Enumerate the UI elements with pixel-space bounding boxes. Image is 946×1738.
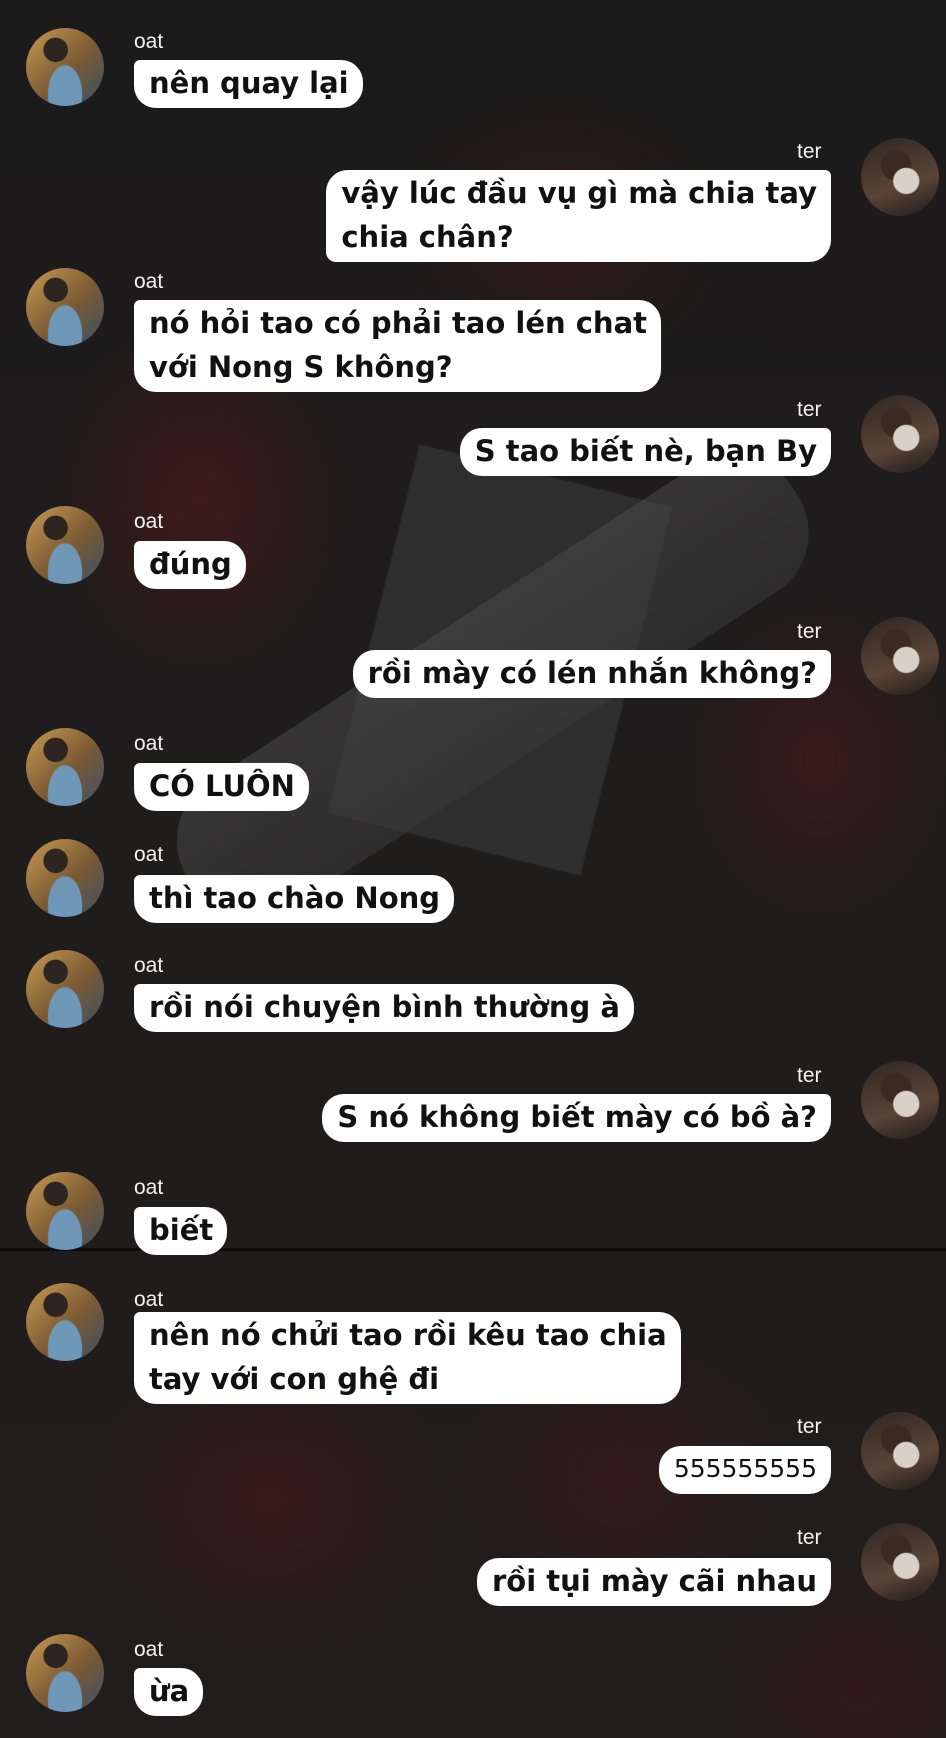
sender-name: ter: [797, 1526, 822, 1549]
message-bubble[interactable]: đúng: [134, 541, 246, 589]
avatar-oat[interactable]: [26, 28, 104, 106]
avatar-oat[interactable]: [26, 839, 104, 917]
message-text: thì tao chào Nong: [149, 881, 441, 915]
message-text: rồi nói chuyện bình thường à: [149, 990, 620, 1024]
message-text: CÓ LUÔN: [149, 769, 295, 803]
sender-name: ter: [797, 620, 822, 643]
avatar-oat[interactable]: [26, 506, 104, 584]
sender-name: oat: [134, 30, 164, 53]
avatar-ter[interactable]: [861, 617, 939, 695]
avatar-oat[interactable]: [26, 1283, 104, 1361]
message-bubble[interactable]: nên nó chửi tao rồi kêu tao chia tay với…: [134, 1312, 681, 1404]
avatar-ter[interactable]: [861, 1412, 939, 1490]
sender-name: oat: [134, 1638, 164, 1661]
message-bubble[interactable]: S nó không biết mày có bồ à?: [322, 1094, 831, 1142]
message-text: rồi mày có lén nhắn không?: [367, 656, 817, 690]
sender-name: ter: [797, 1415, 822, 1438]
avatar-oat[interactable]: [26, 1172, 104, 1250]
avatar-ter[interactable]: [861, 395, 939, 473]
message-text: đúng: [149, 547, 232, 581]
message-bubble[interactable]: nên quay lại: [134, 60, 363, 108]
avatar-oat[interactable]: [26, 728, 104, 806]
message-text-line-2: chia chân?: [341, 220, 514, 254]
message-text-line-2: tay với con ghệ đi: [149, 1362, 440, 1396]
message-text-line-1: nó hỏi tao có phải tao lén chat: [149, 306, 648, 340]
sender-name: oat: [134, 1176, 164, 1199]
message-text-line-2: với Nong S không?: [149, 350, 453, 384]
message-text: 555555555: [673, 1454, 817, 1483]
sender-name: ter: [797, 1064, 822, 1087]
sender-name: ter: [797, 398, 822, 421]
message-text: S tao biết nè, bạn By: [474, 434, 817, 468]
message-text-line-1: vậy lúc đầu vụ gì mà chia tay: [341, 176, 817, 210]
message-text: ừa: [149, 1674, 190, 1708]
sender-name: oat: [134, 1288, 164, 1311]
message-bubble[interactable]: rồi nói chuyện bình thường à: [134, 984, 634, 1032]
message-text: rồi tụi mày cãi nhau: [491, 1564, 817, 1598]
sender-name: oat: [134, 270, 164, 293]
message-bubble[interactable]: vậy lúc đầu vụ gì mà chia tay chia chân?: [326, 170, 831, 262]
avatar-ter[interactable]: [861, 1061, 939, 1139]
avatar-oat[interactable]: [26, 1634, 104, 1712]
message-bubble[interactable]: 555555555: [658, 1446, 831, 1494]
message-text-line-1: nên nó chửi tao rồi kêu tao chia: [149, 1318, 667, 1352]
sender-name: oat: [134, 510, 164, 533]
message-text: nên quay lại: [149, 66, 349, 100]
message-bubble[interactable]: S tao biết nè, bạn By: [459, 428, 831, 476]
message-bubble[interactable]: biết: [134, 1207, 228, 1255]
message-bubble[interactable]: ừa: [134, 1668, 204, 1716]
message-text: biết: [149, 1213, 214, 1247]
avatar-ter[interactable]: [861, 138, 939, 216]
sender-name: ter: [797, 140, 822, 163]
avatar-ter[interactable]: [861, 1523, 939, 1601]
sender-name: oat: [134, 843, 164, 866]
message-bubble[interactable]: thì tao chào Nong: [134, 875, 455, 923]
message-bubble[interactable]: rồi tụi mày cãi nhau: [476, 1558, 831, 1606]
sender-name: oat: [134, 732, 164, 755]
message-bubble[interactable]: rồi mày có lén nhắn không?: [352, 650, 831, 698]
avatar-oat[interactable]: [26, 268, 104, 346]
message-bubble[interactable]: CÓ LUÔN: [134, 763, 309, 811]
message-bubble[interactable]: nó hỏi tao có phải tao lén chat với Nong…: [134, 300, 662, 392]
sender-name: oat: [134, 954, 164, 977]
message-text: S nó không biết mày có bồ à?: [337, 1100, 817, 1134]
avatar-oat[interactable]: [26, 950, 104, 1028]
